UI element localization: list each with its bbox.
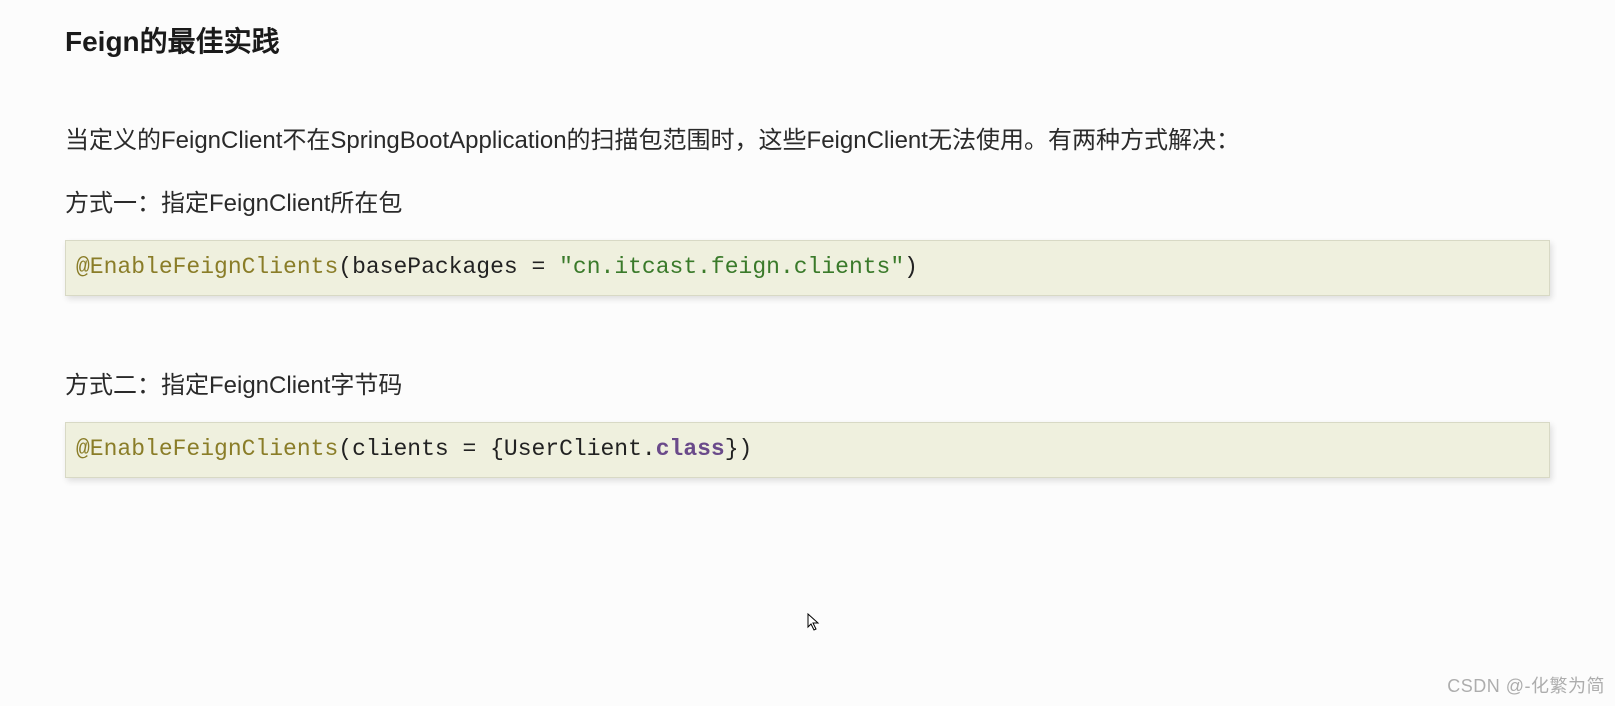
code-annotation: @EnableFeignClients xyxy=(76,254,338,280)
code-paren-close: ) xyxy=(904,254,918,280)
watermark: CSDN @-化繁为简 xyxy=(1447,672,1605,698)
intro-text: 当定义的FeignClient不在SpringBootApplication的扫… xyxy=(65,122,1550,160)
code-param: basePackages = xyxy=(352,254,559,280)
code-param: clients = {UserClient. xyxy=(352,436,656,462)
code-paren-open: ( xyxy=(338,254,352,280)
code-paren-close: ) xyxy=(739,436,753,462)
method-two-label: 方式二：指定FeignClient字节码 xyxy=(65,368,1550,404)
code-param: } xyxy=(725,436,739,462)
code-paren-open: ( xyxy=(338,436,352,462)
code-class-keyword: class xyxy=(656,436,725,462)
mouse-cursor-icon xyxy=(807,613,821,633)
code-annotation: @EnableFeignClients xyxy=(76,436,338,462)
code-block-two: @EnableFeignClients(clients = {UserClien… xyxy=(65,422,1550,478)
code-string: "cn.itcast.feign.clients" xyxy=(559,254,904,280)
code-block-one: @EnableFeignClients(basePackages = "cn.i… xyxy=(65,240,1550,296)
method-one-label: 方式一：指定FeignClient所在包 xyxy=(65,186,1550,222)
page-title: Feign的最佳实践 xyxy=(65,20,1550,60)
